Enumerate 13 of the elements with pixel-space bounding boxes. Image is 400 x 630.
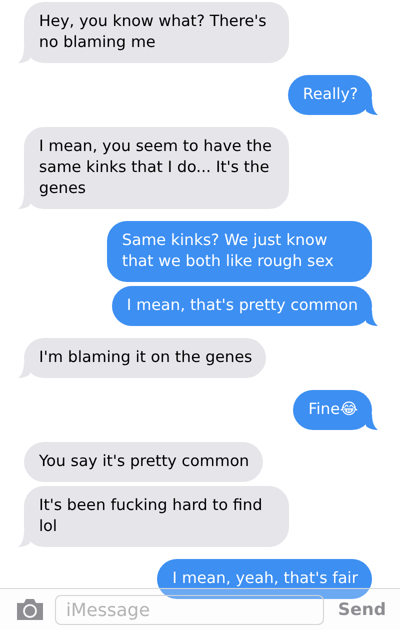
message-bubble: I'm blaming it on the genes (24, 338, 266, 378)
message-bubble: I mean, that's pretty common (112, 286, 372, 326)
message-bubble: It's been fucking hard to find lol (24, 486, 289, 547)
message-bubble: I mean, you seem to have the same kinks that I do... It's the genes (24, 127, 289, 209)
message-bubble: You say it's pretty common (24, 442, 264, 482)
send-button[interactable]: Send (334, 600, 386, 620)
message-bubble: I mean, yeah, that's fair (157, 559, 372, 599)
message-bubble: Hey, you know what? There's no blaming me (24, 2, 289, 63)
message-field[interactable]: iMessage (55, 595, 324, 625)
message-bubble: Same kinks? We just know that we both like rough sex (107, 221, 372, 282)
camera-icon[interactable] (15, 597, 45, 621)
message-bubble: Fine😂 (293, 390, 372, 430)
message-bubble: Really? (288, 75, 372, 115)
